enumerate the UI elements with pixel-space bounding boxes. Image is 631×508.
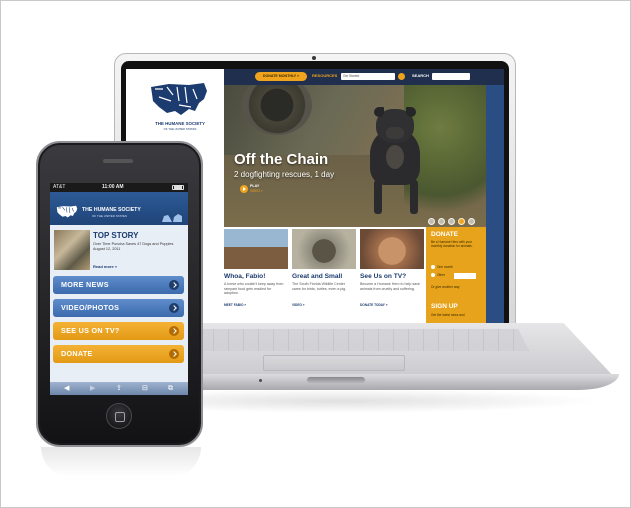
story-text: The South Florida Wildlife Center cares … (292, 282, 347, 291)
chevron-right-icon (169, 280, 179, 290)
search-label: SEARCH (412, 73, 429, 78)
story-title[interactable]: Great and Small (292, 273, 342, 280)
see-us-on-tv-button[interactable]: SEE US ON TV? (53, 322, 184, 340)
search-input[interactable] (432, 73, 470, 80)
button-label: DONATE (61, 349, 93, 358)
story-thumb-horse[interactable] (224, 229, 288, 269)
donate-other-link[interactable]: Or give another way (431, 285, 481, 289)
story-thumb-dog[interactable] (360, 229, 424, 269)
donate-option[interactable]: One month (431, 265, 481, 270)
dog-chest (386, 145, 404, 169)
top-story-headline: Over Time Puncha Saves 47 Dogs and Puppi… (93, 242, 174, 246)
nav-select[interactable]: Get Started (341, 73, 395, 80)
tire-image (242, 85, 312, 135)
button-label: MORE NEWS (61, 280, 109, 289)
camera-icon (312, 56, 316, 60)
play-icon[interactable] (240, 185, 248, 193)
dog-muzzle (386, 127, 404, 139)
site-logo-sub: OF THE UNITED STATES (163, 127, 197, 131)
play-label: PLAY (250, 184, 260, 188)
signup-text: Get the latest news and (431, 313, 465, 317)
carousel-dot[interactable] (438, 218, 445, 225)
story-text: A horse who couldn't keep away from ramp… (224, 282, 284, 296)
signup-title: SIGN UP (431, 303, 458, 310)
usa-map-logo-icon[interactable] (149, 81, 209, 119)
browser-toolbar: ◀ ▶ ⇪ ⊟ ⧉ (50, 382, 188, 395)
hero-feature[interactable]: Off the Chain 2 dogfighting rescues, 1 d… (224, 85, 486, 227)
tabs-icon[interactable]: ⧉ (168, 385, 173, 392)
radio-icon[interactable] (431, 273, 435, 278)
donate-monthly-button[interactable]: DONATE MONTHLY » (255, 72, 307, 81)
sleep-light-icon (259, 379, 262, 382)
top-story-date: August 12, 2011 (93, 246, 121, 251)
top-story-text: Over Time Puncha Saves 47 Dogs and Puppi… (93, 242, 181, 252)
back-icon[interactable]: ◀ (64, 385, 69, 392)
more-news-button[interactable]: MORE NEWS (53, 276, 184, 294)
hero-subtitle: 2 dogfighting rescues, 1 day (234, 170, 335, 179)
carousel-dot[interactable] (468, 218, 475, 225)
read-more-link[interactable]: Read more » (93, 264, 117, 269)
site-logo-name[interactable]: THE HUMANE SOCIETY (144, 121, 216, 126)
status-time: 11:00 AM (102, 184, 124, 190)
story-more-link[interactable]: VIDEO » (292, 303, 305, 307)
story-more-link[interactable]: DONATE TODAY » (360, 303, 388, 307)
story-more-link[interactable]: MEET FABIO » (224, 303, 246, 307)
top-story-title: TOP STORY (93, 231, 139, 240)
status-bar: AT&T 11:00 AM (50, 183, 188, 192)
donate-amount-input[interactable] (454, 273, 476, 279)
story-thumb-turtle[interactable] (292, 229, 356, 269)
story-text: Become a Humane Hero to help save animal… (360, 282, 420, 291)
mobile-logo-sub: OF THE UNITED STATES (92, 214, 128, 218)
donate-title: DONATE (431, 231, 458, 238)
carousel-dot[interactable] (428, 218, 435, 225)
donate-text: Be a Humane Hero with your monthly donat… (431, 240, 473, 249)
product-frame: THE HUMANE SOCIETY OF THE UNITED STATES … (0, 0, 631, 508)
story-title[interactable]: Whoa, Fabio! (224, 273, 265, 280)
laptop-keyboard (169, 329, 529, 351)
radio-icon[interactable] (431, 265, 435, 270)
carousel-dot-active[interactable] (458, 218, 465, 225)
laptop-notch (307, 377, 365, 383)
speaker-icon (103, 159, 133, 163)
phone-screen: AT&T 11:00 AM THE HUMANE SOCIETY OF THE … (50, 183, 188, 395)
button-label: SEE US ON TV? (61, 326, 120, 335)
usa-map-logo-icon[interactable] (56, 204, 78, 220)
nav-resources-link[interactable]: RESOURCES (312, 73, 337, 78)
donate-option-label: Other (437, 273, 445, 277)
chevron-right-icon (169, 326, 179, 336)
donate-panel: DONATE Be a Humane Hero with your monthl… (426, 227, 486, 323)
donate-option-label: One month (437, 265, 453, 269)
button-label: VIDEO/PHOTOS (61, 303, 120, 312)
dog-ear (374, 107, 384, 117)
mobile-logo-name[interactable]: THE HUMANE SOCIETY (82, 207, 141, 213)
share-icon[interactable]: ⇪ (116, 385, 122, 392)
video-photos-button[interactable]: VIDEO/PHOTOS (53, 299, 184, 317)
site-top-nav: DONATE MONTHLY » RESOURCES Get Started S… (224, 69, 504, 85)
chevron-right-icon (169, 349, 179, 359)
story-thumbs: Whoa, Fabio! A horse who couldn't keep a… (224, 227, 424, 323)
chevron-right-icon (169, 303, 179, 313)
forward-icon[interactable]: ▶ (90, 385, 95, 392)
play-video-button[interactable]: PLAY VIDEO » (240, 183, 270, 197)
dog-ear (406, 107, 416, 117)
phone-reflection (41, 447, 201, 477)
bookmarks-icon[interactable]: ⊟ (142, 385, 148, 392)
dog-leg (374, 180, 382, 214)
play-sub: VIDEO » (250, 189, 263, 193)
hero-title[interactable]: Off the Chain (234, 151, 328, 168)
carousel-dot[interactable] (448, 218, 455, 225)
top-story[interactable]: TOP STORY Over Time Puncha Saves 47 Dogs… (54, 230, 184, 272)
home-button[interactable] (106, 403, 132, 429)
go-icon[interactable] (398, 73, 405, 80)
donate-button[interactable]: DONATE (53, 345, 184, 363)
animal-silhouettes-icon (162, 214, 182, 222)
dog-leg (410, 180, 418, 214)
story-title[interactable]: See Us on TV? (360, 273, 406, 280)
top-story-image[interactable] (54, 230, 90, 270)
mobile-header: THE HUMANE SOCIETY OF THE UNITED STATES (50, 192, 188, 225)
carrier-label: AT&T (53, 184, 66, 190)
battery-icon (172, 185, 184, 190)
laptop-trackpad (263, 355, 405, 371)
site-right-band (486, 85, 504, 323)
